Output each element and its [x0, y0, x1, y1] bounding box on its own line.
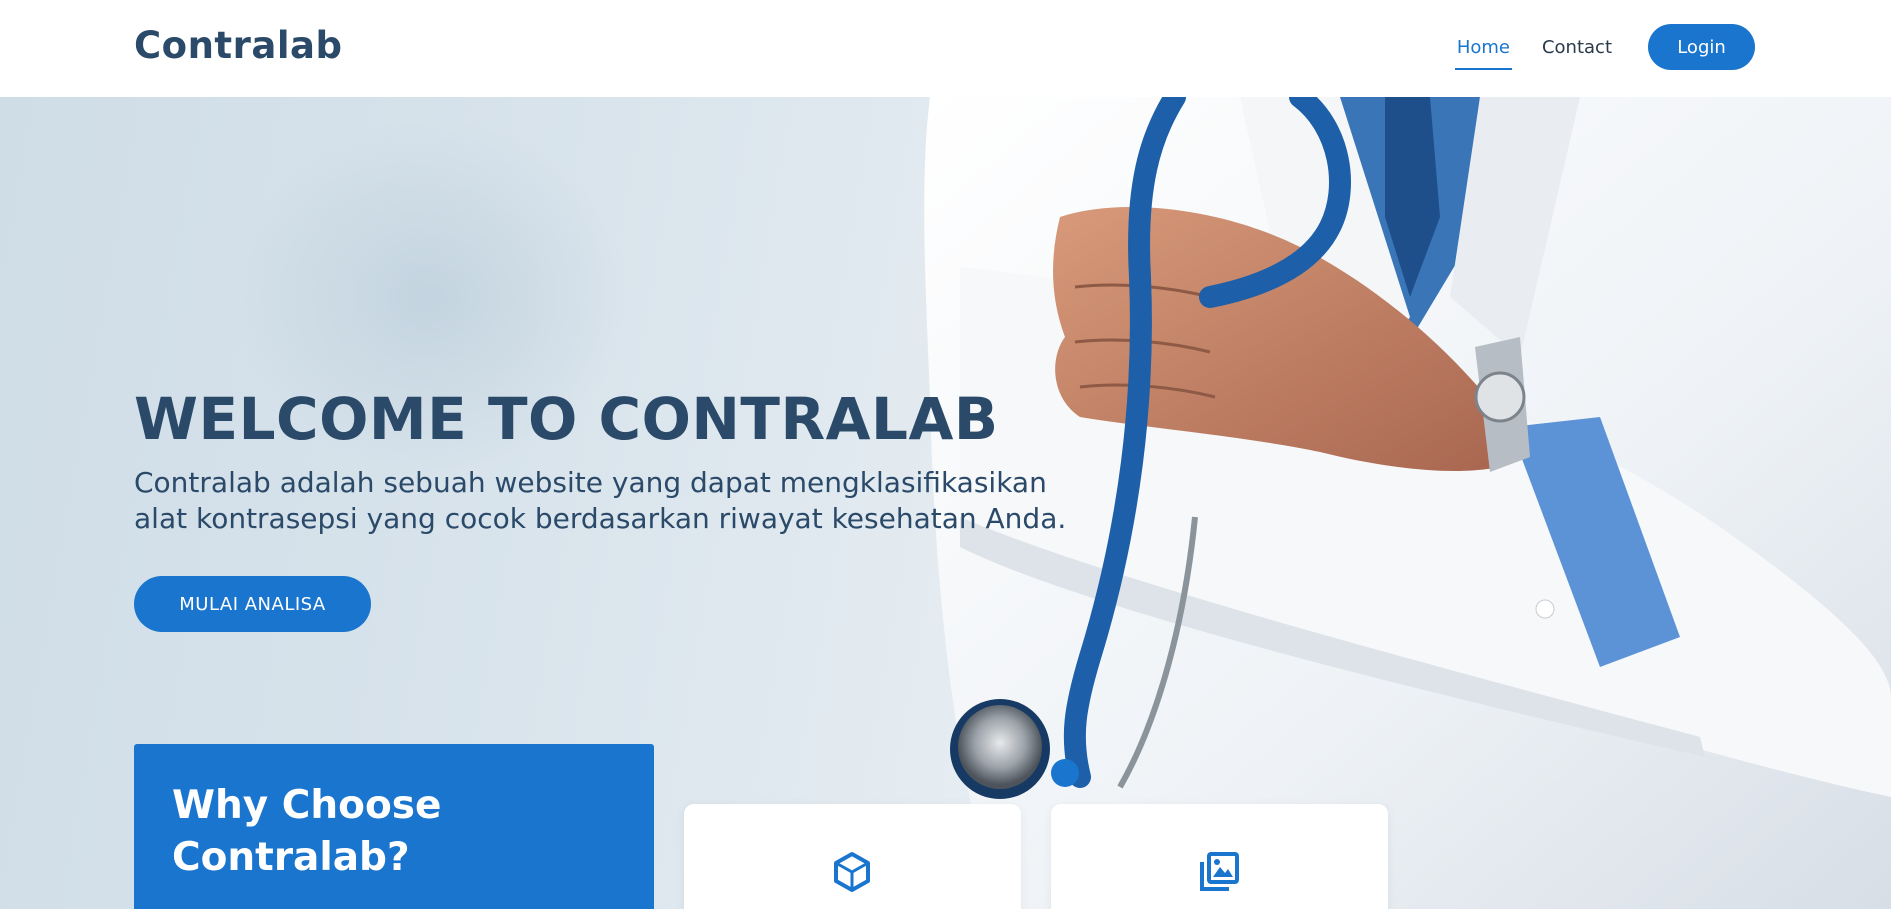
- nav-home-link[interactable]: Home: [1454, 31, 1513, 70]
- hero-description: Contralab adalah sebuah website yang dap…: [134, 466, 1067, 535]
- images-icon: [1200, 852, 1239, 891]
- feature-card: [684, 804, 1021, 909]
- why-choose-title: Why Choose Contralab?: [172, 783, 442, 880]
- start-analysis-button[interactable]: MULAI ANALISA: [134, 576, 371, 632]
- why-choose-card: Why Choose Contralab?: [134, 744, 654, 909]
- hero-title: WELCOME TO CONTRALAB: [134, 385, 999, 453]
- cube-icon: [834, 852, 870, 892]
- nav-contact-link[interactable]: Contact: [1540, 31, 1614, 64]
- main-nav: Home Contact Login: [1454, 24, 1755, 70]
- site-header: Contralab Home Contact Login: [0, 0, 1891, 97]
- hero-section: WELCOME TO CONTRALAB Contralab adalah se…: [0, 97, 1891, 909]
- feature-card: [1051, 804, 1388, 909]
- site-logo[interactable]: Contralab: [134, 24, 342, 67]
- login-button[interactable]: Login: [1648, 24, 1755, 70]
